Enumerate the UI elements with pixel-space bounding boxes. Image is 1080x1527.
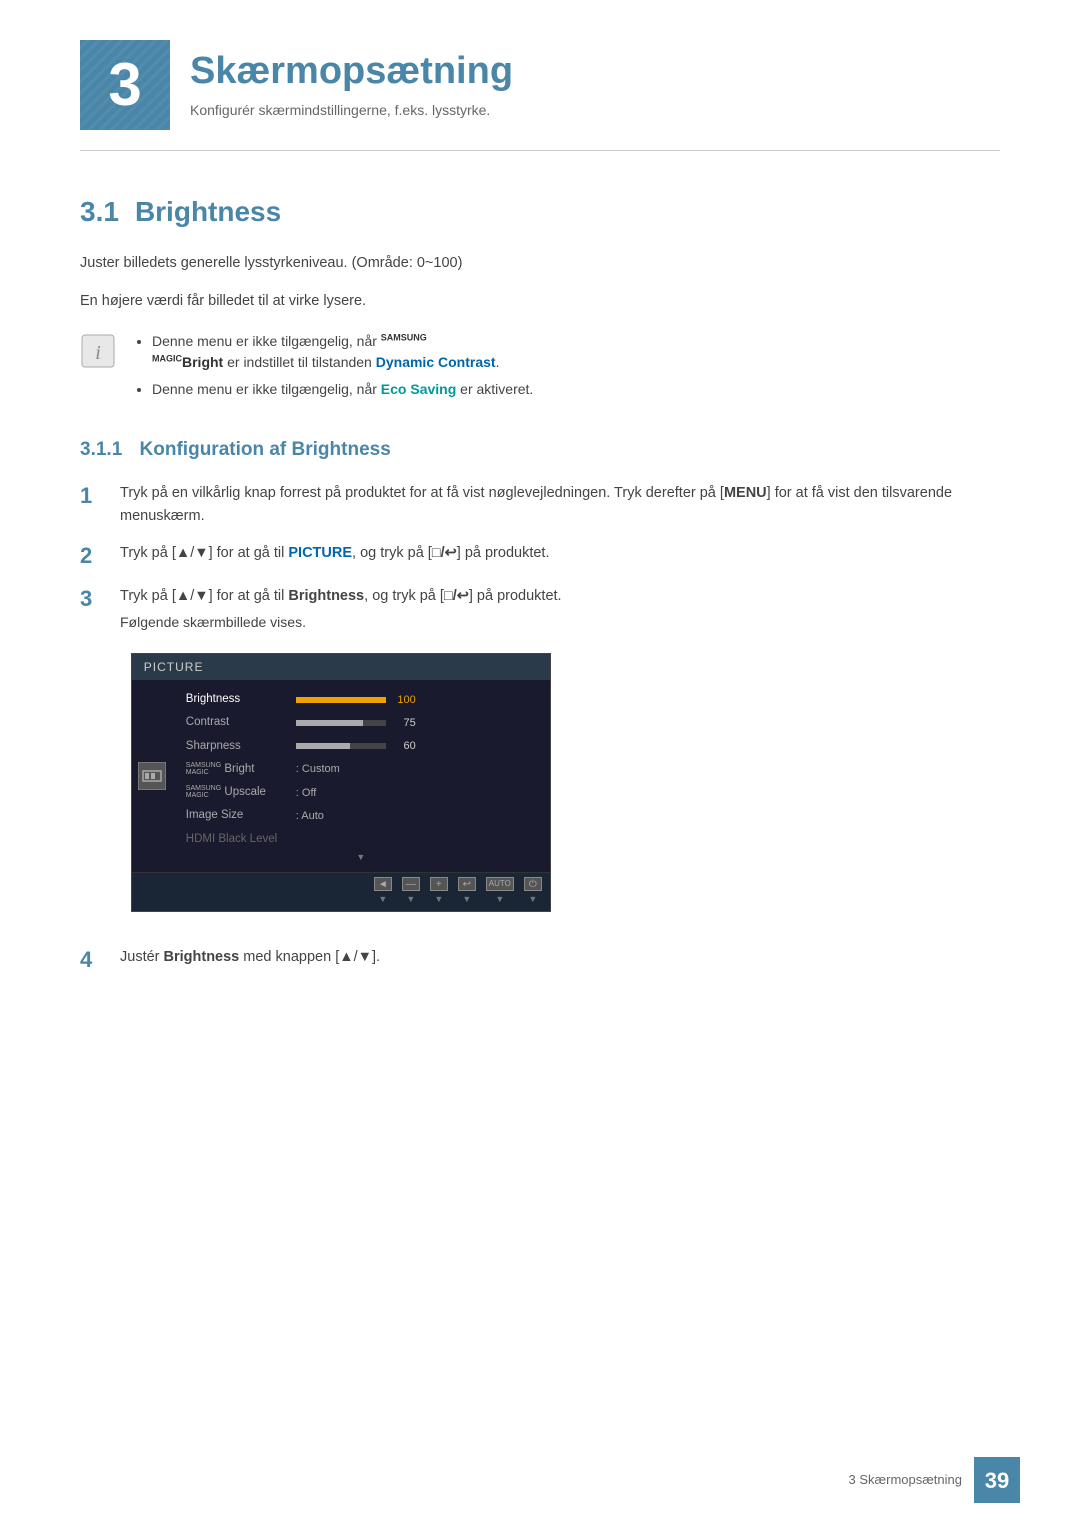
chapter-number: 3: [80, 40, 170, 130]
osd-screenshot: PICTURE: [131, 653, 551, 912]
section-desc2: En højere værdi får billedet til at virk…: [80, 291, 1000, 313]
osd-btn-auto: AUTO ▼: [486, 877, 514, 907]
note-box: i Denne menu er ikke tilgængelig, når SA…: [80, 331, 1000, 406]
section-header: 3.1 Brightness: [80, 191, 1000, 233]
menu-key: MENU: [724, 485, 767, 501]
osd-item-magic-bright: SAMSUNGMAGIC Bright : Custom: [180, 758, 542, 781]
footer-page-number: 39: [974, 1457, 1020, 1503]
subsection-title: 3.1.1 Konfiguration af Brightness: [80, 436, 1000, 465]
step-1: 1 Tryk på en vilkårlig knap forrest på p…: [80, 482, 1000, 528]
note-icon: i: [80, 333, 116, 369]
chapter-title: Skærmopsætning: [190, 49, 513, 95]
osd-btn-left: ◄ ▼: [374, 877, 392, 907]
step-3: 3 Tryk på [▲/▼] for at gå til Brightness…: [80, 585, 1000, 932]
osd-btn-minus: — ▼: [402, 877, 420, 907]
chapter-subtitle: Konfigurér skærmindstillingerne, f.eks. …: [190, 100, 513, 121]
subsection-title-text: Konfiguration af Brightness: [140, 439, 391, 460]
osd-footer: ◄ ▼ — ▼ + ▼ ↩ ▼: [132, 872, 550, 911]
step-3-note: Følgende skærmbillede vises.: [120, 612, 562, 633]
step-2: 2 Tryk på [▲/▼] for at gå til PICTURE, o…: [80, 542, 1000, 571]
brightness-label-step3: Brightness: [288, 588, 364, 604]
step-4: 4 Justér Brightness med knappen [▲/▼].: [80, 946, 1000, 975]
osd-item-brightness: Brightness 100: [180, 688, 542, 711]
page-footer: 3 Skærmopsætning 39: [849, 1457, 1020, 1503]
footer-chapter-label: 3 Skærmopsætning: [849, 1470, 962, 1490]
osd-item-hdmi: HDMI Black Level: [180, 828, 542, 851]
chapter-title-block: Skærmopsætning Konfigurér skærmindstilli…: [190, 49, 513, 122]
enter-key-2: □/↩: [432, 545, 457, 561]
osd-header: PICTURE: [132, 654, 550, 680]
page-wrapper: 3 Skærmopsætning Konfigurér skærmindstil…: [0, 0, 1080, 1527]
osd-btn-power: ⏻ ▼: [524, 877, 542, 907]
note-bullets: Denne menu er ikke tilgængelig, når SAMS…: [132, 331, 533, 406]
osd-item-image-size: Image Size : Auto: [180, 804, 542, 827]
osd-btn-enter: ↩ ▼: [458, 877, 476, 907]
osd-item-sharpness: Sharpness 60: [180, 735, 542, 758]
svg-text:i: i: [95, 342, 101, 364]
brightness-label-step4: Brightness: [164, 949, 240, 965]
note-item-2: Denne menu er ikke tilgængelig, når Eco …: [152, 379, 533, 400]
bright-label: Bright: [182, 354, 223, 370]
osd-item-contrast: Contrast 75: [180, 711, 542, 734]
osd-btn-plus: + ▼: [430, 877, 448, 907]
chapter-header: 3 Skærmopsætning Konfigurér skærmindstil…: [80, 40, 1000, 151]
osd-sidebar: [132, 688, 172, 864]
subsection-number: 3.1.1: [80, 439, 122, 460]
osd-sidebar-icon: [138, 762, 166, 790]
enter-key-3: □/↩: [444, 588, 469, 604]
osd-body: Brightness 100 Contrast: [132, 680, 550, 872]
osd-item-magic-upscale: SAMSUNGMAGIC Upscale : Off: [180, 781, 542, 804]
steps-list: 1 Tryk på en vilkårlig knap forrest på p…: [80, 482, 1000, 975]
note-item-1: Denne menu er ikke tilgængelig, når SAMS…: [152, 331, 533, 373]
picture-label: PICTURE: [288, 545, 352, 561]
section-title: Brightness: [135, 191, 281, 233]
section-desc1: Juster billedets generelle lysstyrkenive…: [80, 253, 1000, 275]
section-number: 3.1: [80, 191, 119, 233]
osd-menu: Brightness 100 Contrast: [172, 688, 550, 864]
osd-arrow-down: ▼: [180, 851, 542, 865]
